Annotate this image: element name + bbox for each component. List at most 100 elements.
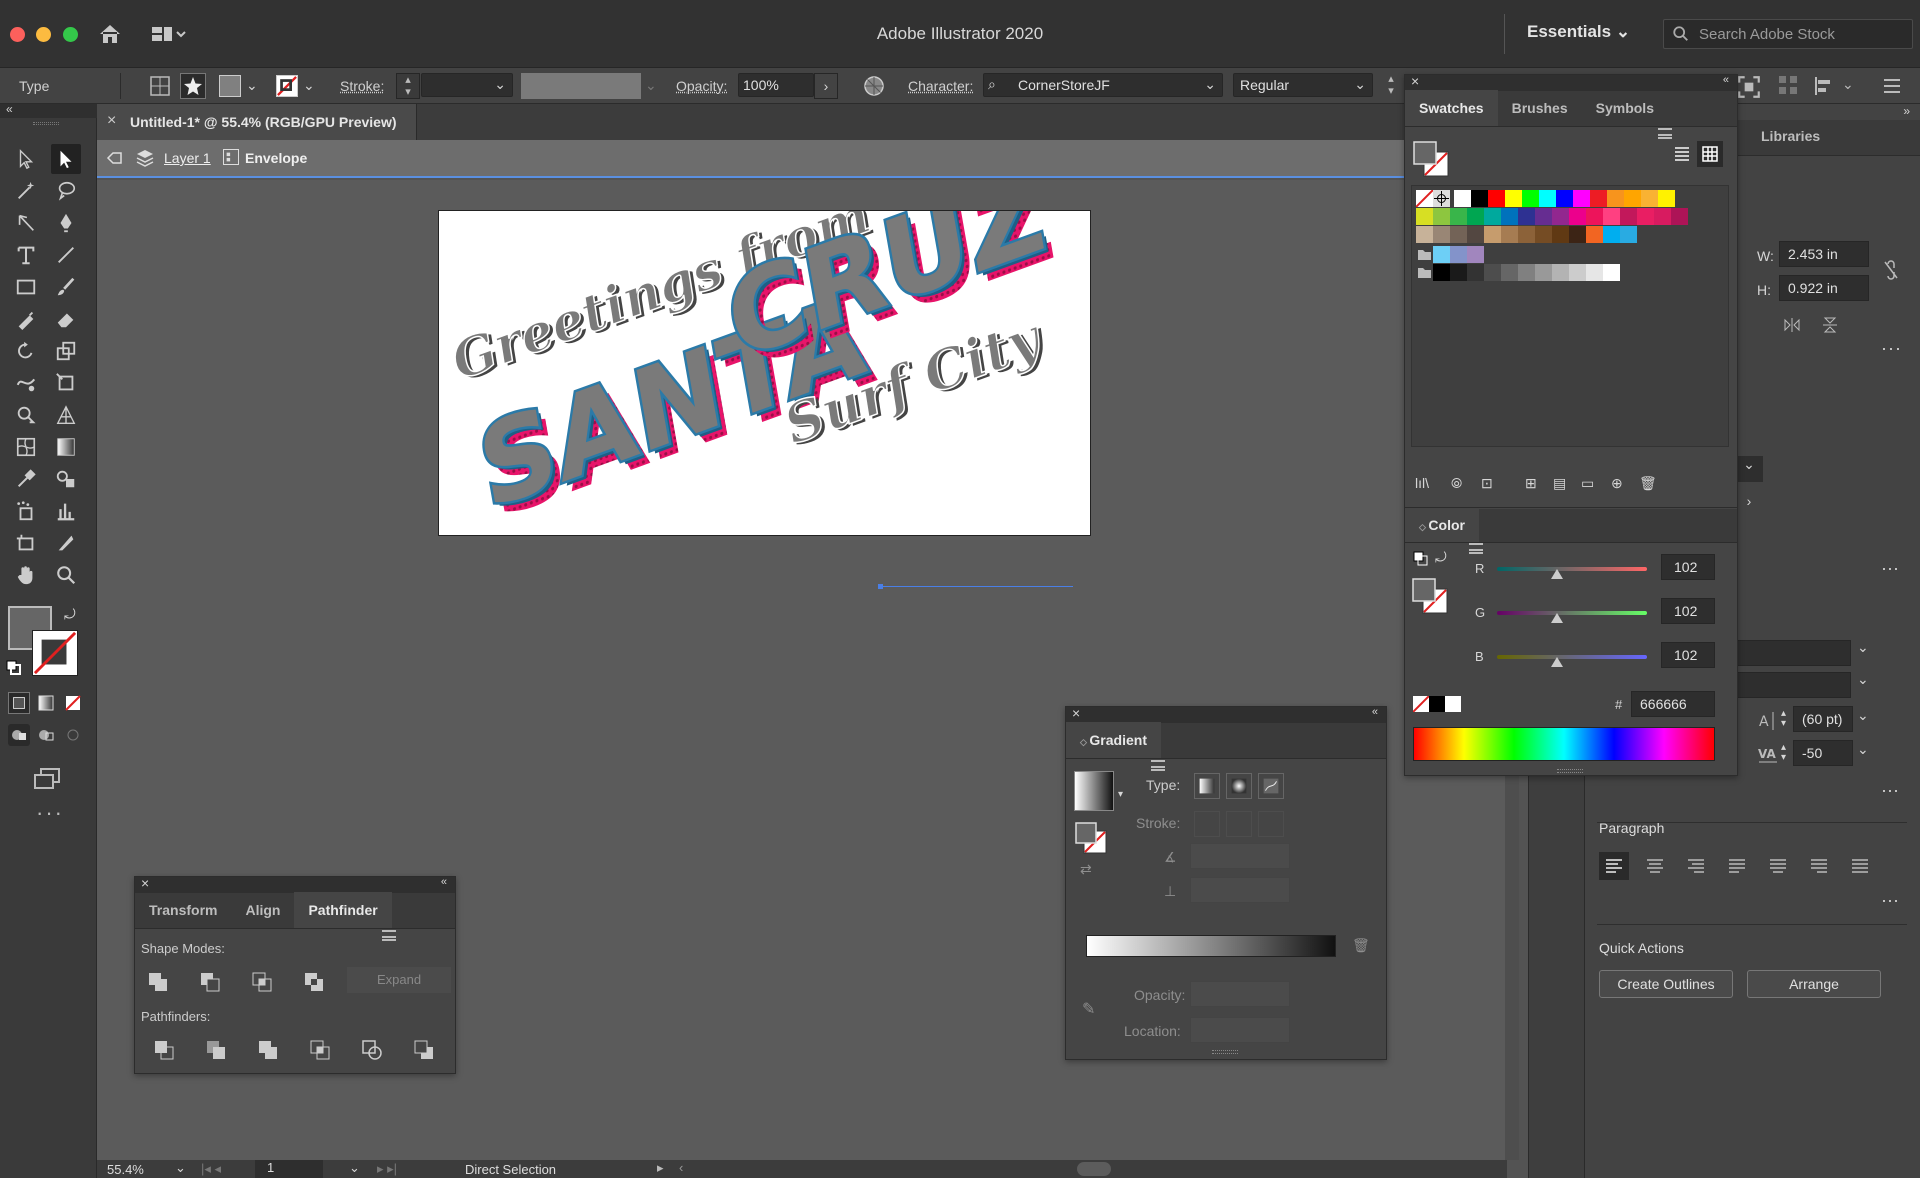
panel-resize-grip[interactable]	[1212, 1050, 1238, 1054]
default-fill-stroke-icon[interactable]	[6, 660, 22, 676]
gradient-fill-stroke-proxy-icon[interactable]	[1074, 821, 1108, 855]
g-slider-thumb[interactable]	[1551, 613, 1563, 623]
none-color-swatch[interactable]	[1413, 696, 1429, 712]
color-mode-icon[interactable]	[8, 692, 30, 714]
swatch-chip[interactable]	[1590, 190, 1607, 207]
rotate-tool-icon[interactable]	[11, 336, 41, 366]
slice-tool-icon[interactable]	[51, 528, 81, 558]
control-bar-menu-icon[interactable]	[1880, 74, 1904, 98]
swatch-options-icon[interactable]: ⊡	[1481, 475, 1493, 492]
direct-selection-alt-tool-icon[interactable]	[11, 208, 41, 238]
crop-icon[interactable]	[309, 1039, 331, 1061]
tracking-stepper[interactable]: ▴ ▾	[1781, 743, 1786, 763]
b-slider[interactable]	[1497, 655, 1647, 659]
collapse-panels-icon[interactable]: »	[1903, 104, 1910, 118]
gradient-mode-icon[interactable]	[35, 692, 57, 714]
chevron-down-icon[interactable]: ⌄	[1857, 639, 1869, 656]
transform-icon[interactable]	[1736, 74, 1762, 98]
swatch-chip[interactable]	[1433, 246, 1450, 263]
align-center-icon[interactable]	[1640, 852, 1670, 880]
close-document-icon[interactable]: ×	[107, 112, 116, 130]
swatch-chip[interactable]	[1433, 264, 1450, 281]
swatch-libraries-icon[interactable]: lıl\	[1415, 475, 1429, 491]
perspective-grid-tool-icon[interactable]	[51, 400, 81, 430]
artboard[interactable]: Greetings from Greetings from SANTA SANT…	[438, 210, 1091, 536]
folder-icon[interactable]	[1416, 264, 1433, 281]
selection-tool-icon[interactable]	[11, 144, 41, 174]
status-menu-icon[interactable]: ▸	[657, 1160, 664, 1176]
stroke-none-swatch[interactable]	[276, 75, 298, 97]
align-grid-icon[interactable]	[1777, 74, 1799, 96]
default-fill-stroke-icon[interactable]	[1413, 551, 1429, 567]
white-color-swatch[interactable]	[1445, 696, 1461, 712]
edit-toolbar-more-icon[interactable]: ···	[36, 800, 64, 826]
swatch-chip[interactable]	[1518, 226, 1535, 243]
fill-stroke-proxy-icon[interactable]	[1412, 140, 1452, 180]
swatch-chip[interactable]	[1552, 208, 1569, 225]
swatch-chip[interactable]	[1484, 226, 1501, 243]
swap-fill-stroke-icon[interactable]: ⤾	[64, 606, 76, 623]
flip-horizontal-icon[interactable]	[1783, 316, 1801, 334]
anchor-point[interactable]	[878, 584, 883, 589]
fill-dropdown-icon[interactable]: ⌄	[246, 77, 258, 94]
symbol-sprayer-tool-icon[interactable]	[11, 496, 41, 526]
swatch-chip[interactable]	[1454, 190, 1471, 207]
swatch-chip[interactable]	[1671, 208, 1688, 225]
r-value-field[interactable]: 102	[1661, 554, 1715, 580]
radial-gradient-icon[interactable]	[1226, 773, 1252, 799]
stroke-weight-stepper[interactable]: ▴ ▾	[396, 73, 420, 99]
leading-field[interactable]: (60 pt)	[1793, 706, 1853, 732]
artboard-tool-icon[interactable]	[11, 528, 41, 558]
chevron-down-icon[interactable]: ⌄	[1842, 76, 1854, 93]
panel-menu-icon[interactable]	[1658, 128, 1672, 139]
swatch-chip[interactable]	[1467, 226, 1484, 243]
intersect-icon[interactable]	[251, 971, 273, 993]
swatch-chip[interactable]	[1416, 226, 1433, 243]
align-options-icon[interactable]	[1812, 74, 1836, 98]
delete-swatch-icon[interactable]: 🗑	[1639, 475, 1657, 492]
none-mode-icon[interactable]	[62, 692, 84, 714]
swatch-none[interactable]	[1416, 190, 1433, 207]
swatch-chip[interactable]	[1467, 264, 1484, 281]
gradient-preset-dropdown-icon[interactable]: ▾	[1118, 789, 1123, 800]
swatch-chip[interactable]	[1586, 264, 1603, 281]
align-left-icon[interactable]	[1599, 852, 1629, 880]
shape-builder-tool-icon[interactable]	[11, 400, 41, 430]
tab-transform[interactable]: Transform	[135, 892, 231, 928]
hex-field[interactable]: 666666	[1631, 691, 1715, 717]
tab-brushes[interactable]: Brushes	[1498, 90, 1582, 126]
minus-back-icon[interactable]	[413, 1039, 435, 1061]
artboard-dropdown-icon[interactable]: ⌄	[349, 1160, 360, 1176]
swatch-chip[interactable]	[1484, 264, 1501, 281]
shaper-tool-icon[interactable]	[11, 304, 41, 334]
b-value-field[interactable]: 102	[1661, 642, 1715, 668]
swatch-chip[interactable]	[1484, 208, 1501, 225]
stroke-swatch[interactable]	[32, 630, 78, 676]
align-right-icon[interactable]	[1681, 852, 1711, 880]
swatch-chip[interactable]	[1501, 264, 1518, 281]
swatch-chip[interactable]	[1501, 208, 1518, 225]
divide-icon[interactable]	[153, 1039, 175, 1061]
horizontal-scroll-thumb[interactable]	[1077, 1162, 1111, 1176]
swatch-chip[interactable]	[1603, 264, 1620, 281]
gradient-slider[interactable]	[1086, 935, 1336, 957]
pen-tool-icon[interactable]	[51, 208, 81, 238]
swatch-chip[interactable]	[1539, 190, 1556, 207]
more-character-options-icon[interactable]: ···	[1881, 780, 1899, 801]
collapse-panel-icon[interactable]: «	[1723, 74, 1729, 86]
width-field[interactable]: 2.453 in	[1779, 241, 1869, 267]
swatch-chip[interactable]	[1654, 208, 1671, 225]
eraser-tool-icon[interactable]	[51, 304, 81, 334]
swatch-chip[interactable]	[1641, 190, 1658, 207]
swatch-chip[interactable]	[1505, 190, 1522, 207]
chevron-right-icon[interactable]: ›	[1735, 493, 1763, 519]
swatch-chip[interactable]	[1433, 226, 1450, 243]
workspace-switcher[interactable]: Essentials ⌄	[1527, 22, 1630, 42]
unite-icon[interactable]	[147, 971, 169, 993]
screen-mode-icon[interactable]	[32, 766, 62, 792]
swatch-chip[interactable]	[1535, 226, 1552, 243]
column-graph-tool-icon[interactable]	[51, 496, 81, 526]
isolation-layer-link[interactable]: Layer 1	[164, 150, 211, 166]
swatch-chip[interactable]	[1603, 208, 1620, 225]
new-color-group-icon[interactable]: ▤	[1553, 475, 1566, 492]
